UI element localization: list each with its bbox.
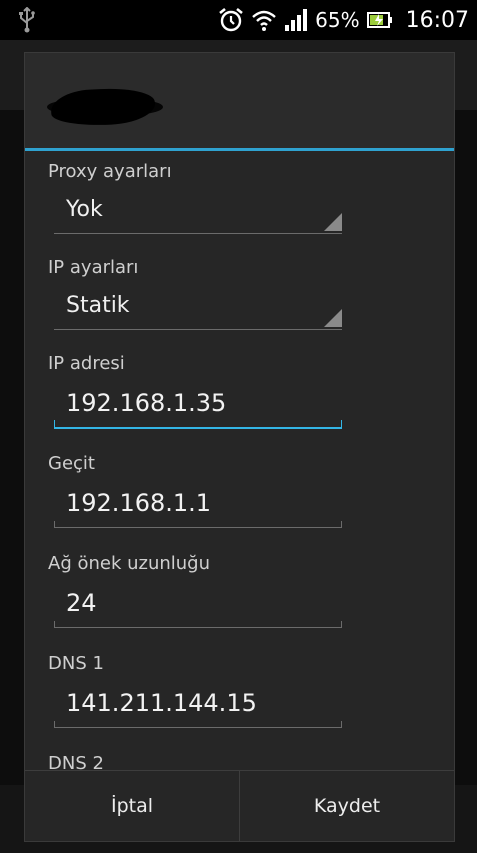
proxy-spinner[interactable]: Yok xyxy=(54,193,342,234)
spinner-arrow-icon xyxy=(324,309,342,327)
dns2-label: DNS 2 xyxy=(48,753,104,771)
ip-settings-dialog: Proxy ayarları Yok IP ayarları Statik IP… xyxy=(24,52,455,842)
gateway-field[interactable] xyxy=(54,483,342,528)
prefix-length-label: Ağ önek uzunluğu xyxy=(48,553,211,574)
gateway-label: Geçit xyxy=(48,453,95,474)
spinner-arrow-icon xyxy=(324,213,342,231)
signal-icon xyxy=(285,9,308,31)
battery-icon xyxy=(366,12,392,28)
redacted-network-name xyxy=(50,86,156,128)
alarm-icon xyxy=(219,7,243,32)
wifi-icon xyxy=(252,10,276,31)
prefix-length-field[interactable] xyxy=(54,583,342,628)
usb-icon xyxy=(19,7,35,33)
dialog-button-bar: İptal Kaydet xyxy=(25,770,454,841)
dns1-field[interactable] xyxy=(54,683,342,728)
ip-settings-spinner[interactable]: Statik xyxy=(54,289,342,330)
ip-address-input[interactable] xyxy=(66,389,336,417)
proxy-label: Proxy ayarları xyxy=(48,161,172,182)
dialog-header xyxy=(25,53,454,149)
ip-address-field[interactable] xyxy=(54,383,342,429)
clock: 16:07 xyxy=(405,7,469,33)
ip-settings-spinner-value: Statik xyxy=(66,293,130,318)
dns1-label: DNS 1 xyxy=(48,653,104,674)
cancel-button[interactable]: İptal xyxy=(25,771,239,841)
dns1-input[interactable] xyxy=(66,689,336,717)
gateway-input[interactable] xyxy=(66,489,336,517)
ip-address-label: IP adresi xyxy=(48,353,125,374)
status-bar: 65% 16:07 xyxy=(0,0,477,40)
proxy-spinner-value: Yok xyxy=(66,197,103,222)
save-button[interactable]: Kaydet xyxy=(240,771,454,841)
ip-settings-label: IP ayarları xyxy=(48,257,139,278)
prefix-length-input[interactable] xyxy=(66,589,336,617)
dialog-content[interactable]: Proxy ayarları Yok IP ayarları Statik IP… xyxy=(25,151,454,771)
battery-percent: 65% xyxy=(315,8,360,32)
